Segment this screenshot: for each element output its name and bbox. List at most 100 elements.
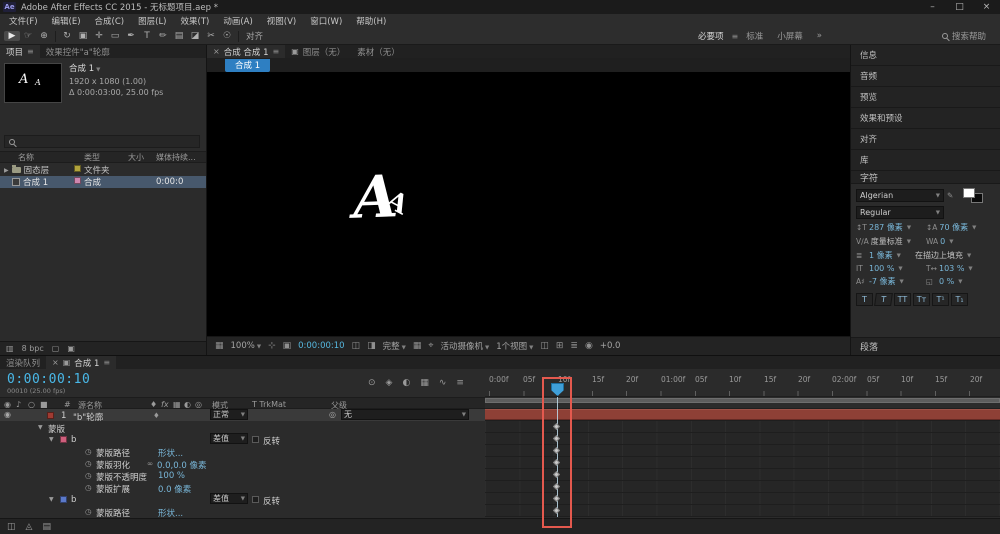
fill-stroke-swatches[interactable] xyxy=(963,188,983,203)
toggle-inout-columns-icon[interactable]: ▤ xyxy=(42,522,51,532)
layer-label-chip[interactable] xyxy=(47,411,54,419)
project-row-solids[interactable]: ▶ 固态层 文件夹 xyxy=(0,164,206,176)
work-area-bar[interactable] xyxy=(485,398,1000,403)
layer-track[interactable] xyxy=(485,409,1000,421)
minimize-button[interactable]: – xyxy=(919,0,946,14)
stopwatch-icon[interactable]: ◷ xyxy=(85,447,92,456)
faux-italic-button[interactable]: T xyxy=(874,293,893,306)
stopwatch-icon[interactable]: ◷ xyxy=(85,507,92,516)
column-media-duration[interactable]: 媒体持续... xyxy=(156,152,206,163)
always-preview-icon[interactable]: ▦ xyxy=(215,341,224,351)
magnification-select[interactable]: 100% ▼ xyxy=(231,341,262,351)
property-value[interactable]: 100 % xyxy=(158,471,185,481)
property-value[interactable]: 形状... xyxy=(158,507,183,519)
property-row-mask-feather[interactable]: ◷ 蒙版羽化 ∞ 0.0,0.0 像素 xyxy=(0,457,1000,471)
tab-effect-controls[interactable]: 效果控件"a"轮廓 xyxy=(40,45,116,58)
timeline-current-time[interactable]: 0:00:00:10 xyxy=(7,372,90,387)
camera-tool-icon[interactable]: ▣ xyxy=(75,31,91,41)
pickwhip-icon[interactable]: ◎ xyxy=(329,410,336,419)
fast-previews-icon[interactable]: ⊞ xyxy=(556,341,564,351)
tab-layer[interactable]: ▣ 图层（无） xyxy=(285,45,351,58)
panel-menu-icon[interactable]: ≡ xyxy=(27,47,34,56)
close-icon[interactable]: × xyxy=(213,47,220,56)
menu-effect[interactable]: 效果(T) xyxy=(174,15,217,27)
align-toggle[interactable]: 对齐 xyxy=(246,30,263,42)
kerning-value[interactable]: 度量标准 xyxy=(871,236,903,247)
small-caps-button[interactable]: Tᴛ xyxy=(913,293,930,306)
quality-toggle-icon[interactable]: ♦ xyxy=(153,411,160,420)
pixel-aspect-icon[interactable]: ◫ xyxy=(540,341,549,351)
current-time-display[interactable]: 0:00:00:10 xyxy=(298,341,344,351)
puppet-pin-tool-icon[interactable]: ☉ xyxy=(219,31,235,41)
vertical-scale-control[interactable]: IT 100 % ▼ xyxy=(856,264,925,273)
font-style-select[interactable]: Regular ▼ xyxy=(856,206,944,219)
menu-view[interactable]: 视图(V) xyxy=(260,15,303,27)
transparency-grid-icon[interactable]: ⌖ xyxy=(428,341,433,351)
label-color-chip[interactable] xyxy=(74,177,81,184)
lock-icon[interactable]: ■ xyxy=(40,400,48,409)
solo-icon[interactable]: ○ xyxy=(28,400,35,409)
mask-color-chip[interactable] xyxy=(60,435,67,443)
maximize-button[interactable]: □ xyxy=(946,0,973,14)
vertical-scale-value[interactable]: 100 % xyxy=(869,264,894,273)
frame-blend-col-icon[interactable]: ▦ xyxy=(173,400,181,409)
constrain-link-icon[interactable]: ∞ xyxy=(147,459,153,468)
faux-bold-button[interactable]: T xyxy=(856,293,873,306)
tsume-value[interactable]: 0 % xyxy=(939,277,954,286)
interpret-footage-icon[interactable]: ▥ xyxy=(6,344,14,353)
layer-duration-bar[interactable] xyxy=(485,409,1000,420)
disclosure-triangle-icon[interactable]: ▶ xyxy=(4,167,9,174)
rotation-tool-icon[interactable]: ↻ xyxy=(59,31,75,41)
new-composition-icon[interactable]: ▣ xyxy=(67,344,75,353)
kerning-control[interactable]: V∕A 度量标准 ▼ xyxy=(856,236,925,247)
comp-thumbnail[interactable]: A A xyxy=(4,63,62,103)
menu-animation[interactable]: 动画(A) xyxy=(216,15,259,27)
eye-icon[interactable]: ◉ xyxy=(4,400,11,409)
workspace-overflow-chevron[interactable]: » xyxy=(817,31,822,41)
tsume-control[interactable]: ◱ 0 % ▼ xyxy=(926,277,995,286)
property-row-mask-path[interactable]: ◷ 蒙版路径 形状... xyxy=(0,505,1000,519)
baseline-shift-value[interactable]: -7 像素 xyxy=(869,276,896,287)
eraser-tool-icon[interactable]: ◪ xyxy=(187,31,203,41)
search-help-input[interactable]: 搜索帮助 xyxy=(952,30,986,42)
font-family-select[interactable]: Algerian ▼ xyxy=(856,189,944,202)
font-size-control[interactable]: ↕T 287 像素 ▼ xyxy=(856,222,925,233)
stopwatch-icon[interactable]: ◷ xyxy=(85,459,92,468)
hand-tool-icon[interactable]: ☞ xyxy=(20,31,36,41)
label-color-chip[interactable] xyxy=(74,165,81,172)
panel-character[interactable]: 字符 xyxy=(851,171,1000,184)
stroke-width-value[interactable]: 1 像素 xyxy=(869,250,893,261)
all-caps-button[interactable]: TT xyxy=(894,293,911,306)
eye-icon[interactable]: ◉ xyxy=(4,410,11,419)
disclosure-triangle-icon[interactable]: ▼ xyxy=(49,436,54,443)
show-snapshot-icon[interactable]: ◨ xyxy=(367,341,376,351)
close-button[interactable]: × xyxy=(973,0,1000,14)
horizontal-scale-value[interactable]: 103 % xyxy=(939,264,964,273)
roto-brush-tool-icon[interactable]: ✂ xyxy=(203,31,219,41)
tracking-control[interactable]: WA 0 ▼ xyxy=(926,237,995,246)
invert-checkbox[interactable] xyxy=(252,435,259,443)
layer-row[interactable]: ◉ 1 "b"轮廓 ♦ 正常 ▼ ◎ 无 ▼ xyxy=(0,409,1000,423)
column-type[interactable]: 类型 xyxy=(84,152,128,163)
disclosure-triangle-icon[interactable]: ▼ xyxy=(38,424,43,431)
eyedropper-icon[interactable]: ✎ xyxy=(947,191,958,200)
comp-mini-flowchart-icon[interactable]: ⊙ xyxy=(368,378,376,388)
masks-group-row[interactable]: ▼ 蒙版 xyxy=(0,421,1000,435)
tracking-value[interactable]: 0 xyxy=(940,237,945,246)
shy-layers-icon[interactable]: ◐ xyxy=(402,378,410,388)
zoom-tool-icon[interactable]: ⊕ xyxy=(36,31,52,41)
toggle-expand-icon[interactable]: ◫ xyxy=(7,522,16,532)
pen-tool-icon[interactable]: ✒ xyxy=(123,31,139,41)
menu-window[interactable]: 窗口(W) xyxy=(303,15,349,27)
project-row-comp1[interactable]: 合成 1 合成 0:00:0 xyxy=(0,176,206,188)
column-trkmat[interactable]: T TrkMat xyxy=(252,400,286,409)
brush-tool-icon[interactable]: ✏ xyxy=(155,31,171,41)
flowchart-icon[interactable]: ◉ xyxy=(585,341,593,351)
leading-control[interactable]: ↕A 70 像素 ▼ xyxy=(926,222,995,233)
tab-composition[interactable]: × 合成 合成 1 ≡ xyxy=(207,45,286,58)
horizontal-scale-control[interactable]: T↔ 103 % ▼ xyxy=(926,264,995,273)
property-row-mask-expansion[interactable]: ◷ 蒙版扩展 0.0 像素 xyxy=(0,481,1000,495)
menu-composition[interactable]: 合成(C) xyxy=(88,15,132,27)
panel-audio[interactable]: 音频 xyxy=(851,66,1000,87)
property-row-mask-path[interactable]: ◷ 蒙版路径 形状... xyxy=(0,445,1000,459)
